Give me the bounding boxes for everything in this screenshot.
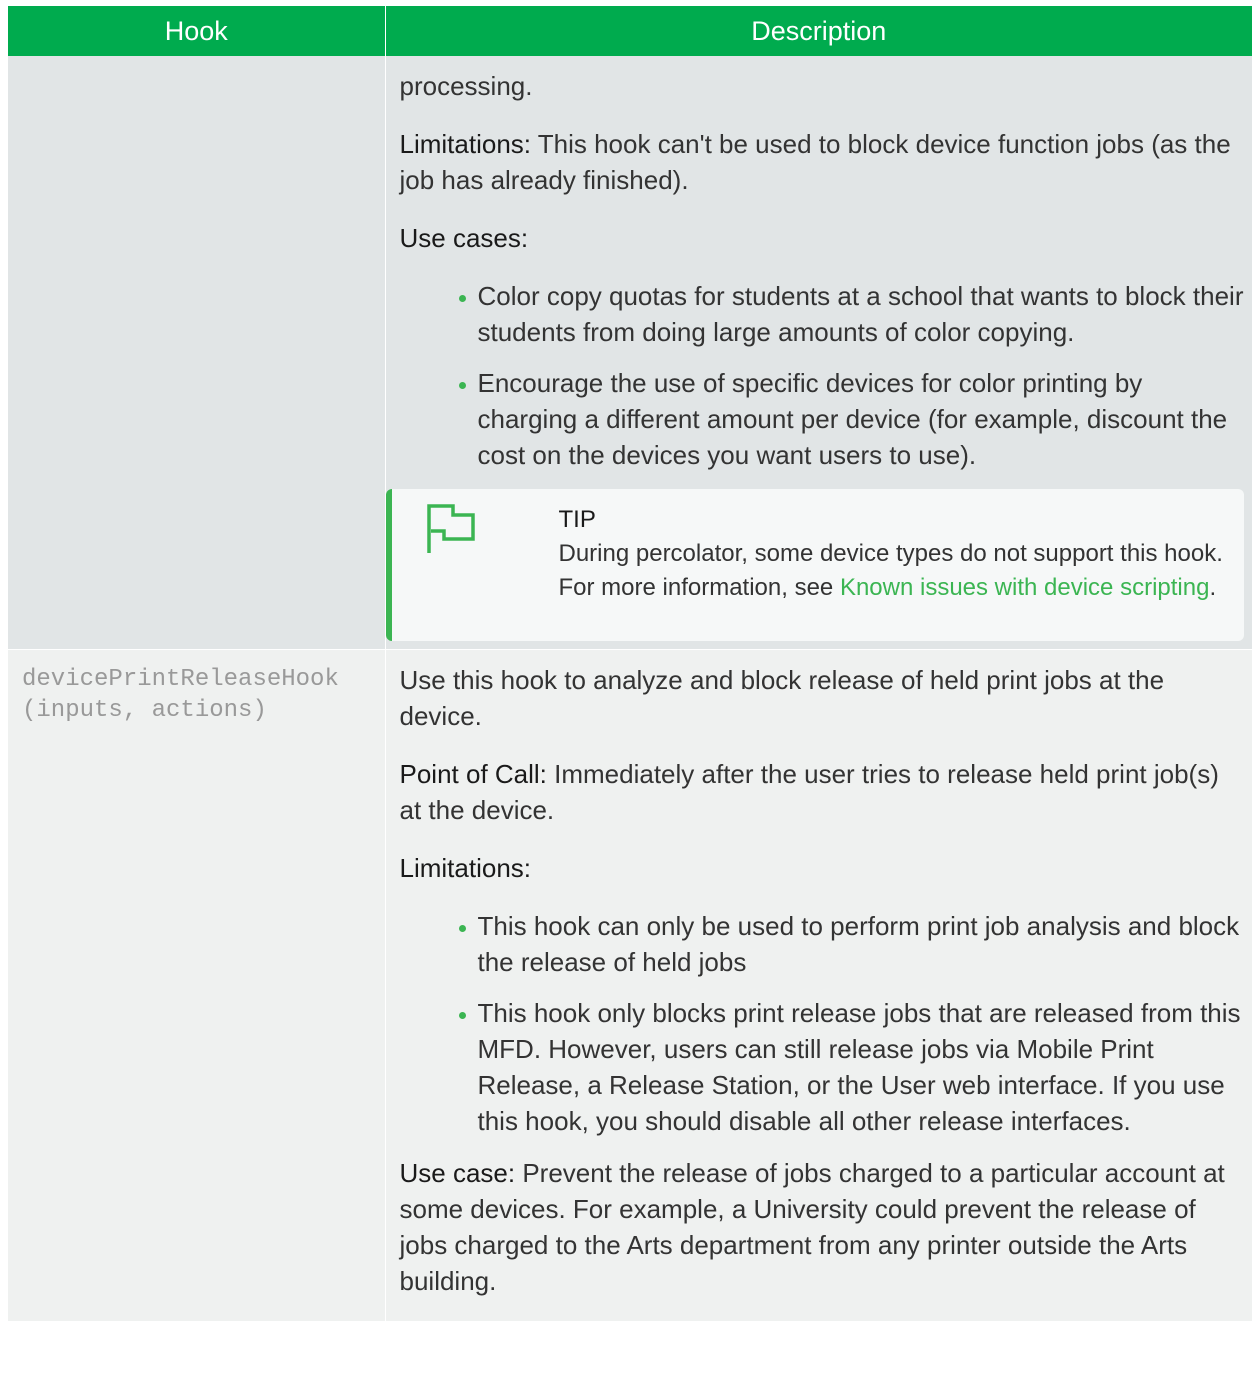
list-item: This hook can only be used to perform pr… bbox=[458, 908, 1244, 980]
known-issues-link[interactable]: Known issues with device scripting bbox=[840, 574, 1210, 601]
hook-cell: devicePrintReleaseHook (inputs, actions) bbox=[8, 649, 386, 1322]
hook-signature-line1: devicePrintReleaseHook bbox=[22, 666, 339, 693]
limitations-label: Limitations: bbox=[399, 129, 532, 159]
usecase-paragraph: Use case: Prevent the release of jobs ch… bbox=[400, 1155, 1244, 1299]
description-cell: processing. Limitations: This hook can't… bbox=[385, 56, 1253, 650]
description-cell: Use this hook to analyze and block relea… bbox=[385, 649, 1253, 1322]
hooks-table: Hook Description processing. Limitations… bbox=[8, 6, 1253, 1322]
hook-signature-line2: (inputs, actions) bbox=[22, 697, 267, 724]
list-item: Color copy quotas for students at a scho… bbox=[458, 278, 1244, 350]
limitations-label: Limitations: bbox=[399, 853, 532, 883]
table-row: processing. Limitations: This hook can't… bbox=[8, 56, 1253, 650]
tip-title: TIP bbox=[558, 506, 596, 533]
point-of-call-paragraph: Point of Call: Immediately after the use… bbox=[400, 756, 1244, 828]
header-description: Description bbox=[385, 6, 1252, 56]
usecase-text: Prevent the release of jobs charged to a… bbox=[399, 1158, 1225, 1296]
list-item: Encourage the use of specific devices fo… bbox=[458, 365, 1244, 473]
tip-body: During percolator, some device types do … bbox=[559, 537, 1230, 605]
limitations-list: This hook can only be used to perform pr… bbox=[400, 908, 1244, 1139]
flag-icon bbox=[424, 503, 482, 555]
table-header-row: Hook Description bbox=[8, 6, 1252, 56]
intro-paragraph: Use this hook to analyze and block relea… bbox=[399, 665, 1165, 731]
poc-label: Point of Call: bbox=[399, 759, 547, 789]
usecases-label: Use cases: bbox=[399, 223, 529, 253]
tip-content: TIP During percolator, some device types… bbox=[559, 503, 1230, 605]
usecase-label: Use case: bbox=[399, 1158, 516, 1188]
header-hook: Hook bbox=[8, 6, 386, 56]
tip-box: TIP During percolator, some device types… bbox=[385, 489, 1244, 641]
tip-after: . bbox=[1209, 574, 1217, 601]
description-paragraph: processing. bbox=[399, 71, 533, 101]
limitations-paragraph: Limitations: This hook can't be used to … bbox=[400, 126, 1244, 198]
list-item: This hook only blocks print release jobs… bbox=[458, 995, 1244, 1139]
usecases-list: Color copy quotas for students at a scho… bbox=[400, 278, 1244, 473]
table-row: devicePrintReleaseHook (inputs, actions)… bbox=[8, 649, 1253, 1322]
hook-cell-empty bbox=[8, 56, 386, 650]
